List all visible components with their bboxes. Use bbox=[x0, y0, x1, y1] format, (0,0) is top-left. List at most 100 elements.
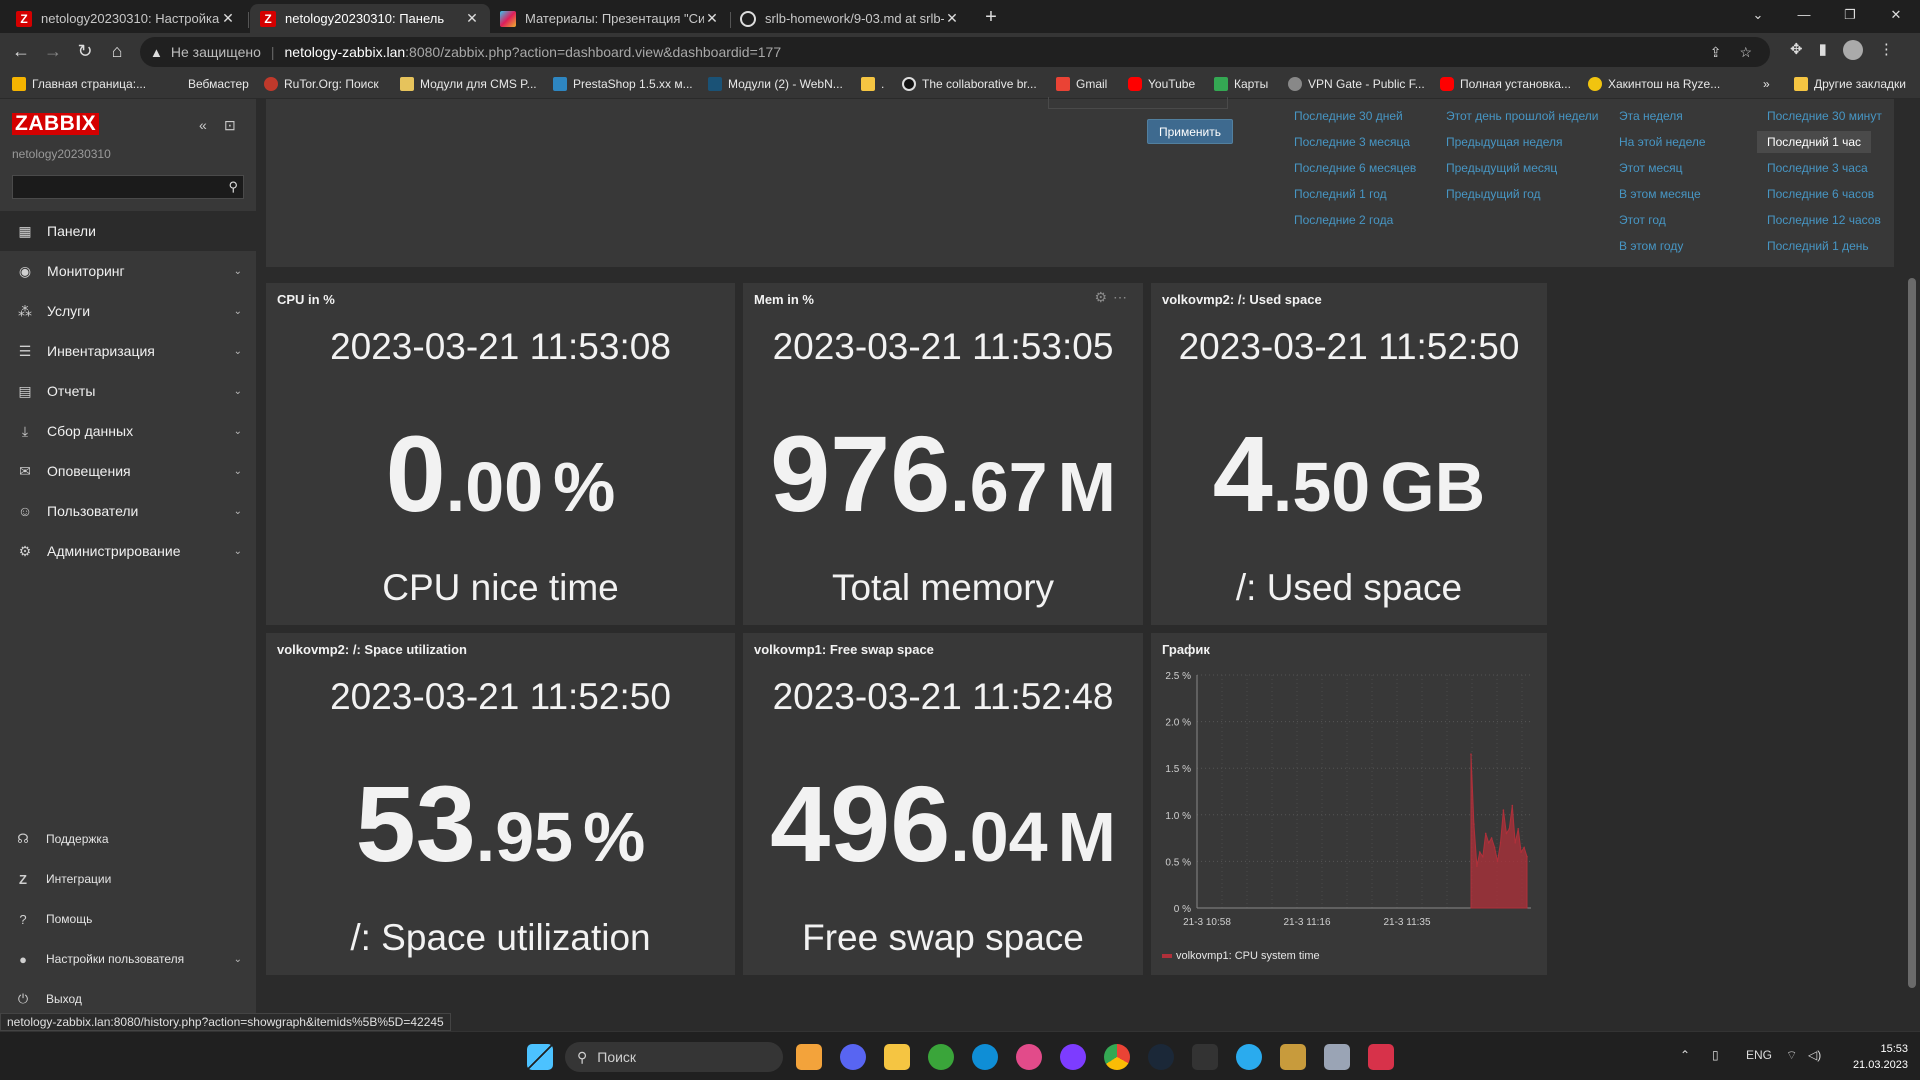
sidebar-item-support[interactable]: ☊ Поддержка bbox=[0, 823, 256, 855]
quick-range-link[interactable]: На этой неделе bbox=[1619, 135, 1706, 149]
item-value-widget[interactable]: volkovmp1: Free swap space 2023-03-21 11… bbox=[743, 633, 1143, 975]
quick-range-link[interactable]: Предыдущая неделя bbox=[1446, 135, 1563, 149]
quick-range-link[interactable]: Последний 1 год bbox=[1294, 187, 1387, 201]
battery-icon[interactable]: ▯ bbox=[1712, 1048, 1719, 1062]
item-value-widget[interactable]: Mem in % ⚙⋯ 2023-03-21 11:53:05 976.67 M … bbox=[743, 283, 1143, 625]
reload-icon[interactable]: ↻ bbox=[73, 40, 97, 64]
bookmark-item[interactable]: Полная установка... bbox=[1440, 77, 1571, 91]
quick-range-link[interactable]: Последний 1 день bbox=[1767, 239, 1869, 253]
collapse-sidebar-icon[interactable]: « bbox=[199, 117, 207, 133]
close-tab-icon[interactable]: ✕ bbox=[464, 10, 480, 27]
bookmark-item[interactable]: Gmail bbox=[1056, 77, 1107, 91]
sidebar-item-alerts[interactable]: ✉ Оповещения ⌄ bbox=[0, 451, 256, 491]
sidebar-item-inventory[interactable]: ☰ Инвентаризация ⌄ bbox=[0, 331, 256, 371]
windows-start-icon[interactable] bbox=[527, 1044, 553, 1070]
bookmark-item[interactable]: RuTor.Org: Поиск bbox=[264, 77, 379, 91]
close-tab-icon[interactable]: ✕ bbox=[220, 10, 236, 27]
home-icon[interactable]: ⌂ bbox=[105, 40, 129, 64]
discord-icon[interactable] bbox=[840, 1044, 866, 1070]
kiosk-mode-icon[interactable]: ⊡ bbox=[224, 117, 236, 134]
quick-range-link[interactable]: Этот месяц bbox=[1619, 161, 1683, 175]
steam-icon[interactable] bbox=[1148, 1044, 1174, 1070]
new-tab-button[interactable]: + bbox=[978, 5, 1004, 31]
tab-search-icon[interactable]: ⌄ bbox=[1735, 0, 1781, 32]
bookmark-item[interactable]: Главная страница:... bbox=[12, 77, 146, 91]
apply-button[interactable]: Применить bbox=[1147, 119, 1233, 144]
quick-range-link[interactable]: Предыдущий месяц bbox=[1446, 161, 1557, 175]
search-icon[interactable]: ⚲ bbox=[228, 179, 238, 195]
widgets-icon[interactable] bbox=[796, 1044, 822, 1070]
profile-avatar[interactable] bbox=[1842, 40, 1863, 60]
quick-range-link[interactable]: В этом месяце bbox=[1619, 187, 1701, 201]
browser-tab[interactable]: Материалы: Презентация "Сист ✕ bbox=[490, 4, 730, 33]
epic-games-icon[interactable] bbox=[1192, 1044, 1218, 1070]
sidebar-item-dashboards[interactable]: ▦ Панели bbox=[0, 211, 256, 251]
item-value-widget[interactable]: volkovmp2: /: Used space 2023-03-21 11:5… bbox=[1151, 283, 1547, 625]
forward-arrow-icon[interactable]: → bbox=[41, 40, 65, 64]
zabbix-logo[interactable]: ZABBIX bbox=[12, 113, 100, 135]
app-icon[interactable] bbox=[1016, 1044, 1042, 1070]
scrollbar-thumb[interactable] bbox=[1908, 278, 1916, 988]
gear-icon[interactable]: ⚙ bbox=[1094, 289, 1113, 305]
bookmark-item[interactable]: Модули (2) - WebN... bbox=[708, 77, 843, 91]
other-bookmarks[interactable]: Другие закладки bbox=[1794, 77, 1906, 91]
quick-range-link[interactable]: Этот год bbox=[1619, 213, 1666, 227]
bookmark-item[interactable]: YouTube bbox=[1128, 77, 1195, 91]
bookmark-item[interactable]: Хакинтош на Ryze... bbox=[1588, 77, 1720, 91]
quick-range-link[interactable]: Последние 6 месяцев bbox=[1294, 161, 1416, 175]
file-explorer-icon[interactable] bbox=[884, 1044, 910, 1070]
more-options-icon[interactable]: ⋯ bbox=[1113, 289, 1133, 305]
utorrent-icon[interactable] bbox=[928, 1044, 954, 1070]
telegram-icon[interactable] bbox=[1236, 1044, 1262, 1070]
browser-tab-active[interactable]: Z netology20230310: Панель ✕ bbox=[250, 4, 490, 33]
podcast-icon[interactable] bbox=[1060, 1044, 1086, 1070]
close-tab-icon[interactable]: ✕ bbox=[704, 10, 720, 27]
bookmark-item[interactable]: VPN Gate - Public F... bbox=[1288, 77, 1425, 91]
quick-range-link[interactable]: Этот день прошлой недели bbox=[1446, 109, 1598, 123]
edge-icon[interactable] bbox=[972, 1044, 998, 1070]
cpu-graph[interactable]: 0 % 0.5 % 1.0 % 1.5 % 2.0 % 2.5 % 21-3 10:58 21… bbox=[1151, 633, 1547, 975]
sidebar-item-data-collection[interactable]: ⤓ Сбор данных ⌄ bbox=[0, 411, 256, 451]
cube-icon[interactable] bbox=[1324, 1044, 1350, 1070]
quick-range-link[interactable]: Последние 30 дней bbox=[1294, 109, 1403, 123]
quick-range-link[interactable]: Последние 3 месяца bbox=[1294, 135, 1410, 149]
bookmark-star-icon[interactable]: ☆ bbox=[1739, 44, 1752, 61]
volume-icon[interactable]: ◁) bbox=[1808, 1048, 1821, 1062]
sidebar-item-monitoring[interactable]: ◉ Мониторинг ⌄ bbox=[0, 251, 256, 291]
taskbar-search[interactable]: ⚲ Поиск bbox=[565, 1042, 783, 1072]
bookmark-item[interactable]: . bbox=[861, 77, 884, 91]
league-icon[interactable] bbox=[1280, 1044, 1306, 1070]
extensions-puzzle-icon[interactable]: ✥ bbox=[1790, 40, 1803, 60]
bookmark-item[interactable]: Вебмастер bbox=[188, 77, 249, 91]
sidebar-search-input[interactable]: ⚲ bbox=[12, 175, 244, 199]
item-value-widget[interactable]: volkovmp2: /: Space utilization 2023-03-… bbox=[266, 633, 735, 975]
quick-range-link[interactable]: Последние 12 часов bbox=[1767, 213, 1881, 227]
bookmark-item[interactable]: Модули для CMS P... bbox=[400, 77, 537, 91]
sidebar-item-administration[interactable]: ⚙ Администрирование ⌄ bbox=[0, 531, 256, 571]
bookmark-item[interactable]: Карты bbox=[1214, 77, 1268, 91]
app-red-icon[interactable] bbox=[1368, 1044, 1394, 1070]
quick-range-link[interactable]: Последние 3 часа bbox=[1767, 161, 1868, 175]
quick-range-link[interactable]: В этом году bbox=[1619, 239, 1683, 253]
quick-range-link[interactable]: Последние 30 минут bbox=[1767, 109, 1882, 123]
side-panel-icon[interactable]: ▮ bbox=[1819, 40, 1827, 60]
back-arrow-icon[interactable]: ← bbox=[9, 40, 33, 64]
sidebar-item-integrations[interactable]: Z Интеграции bbox=[0, 863, 256, 895]
sidebar-item-help[interactable]: ? Помощь bbox=[0, 903, 256, 935]
quick-range-link[interactable]: Предыдущий год bbox=[1446, 187, 1540, 201]
url-input[interactable]: ▲ Не защищено | netology-zabbix.lan:8080… bbox=[140, 37, 1770, 67]
browser-menu-icon[interactable]: ⋮ bbox=[1879, 40, 1894, 60]
browser-tab[interactable]: Z netology20230310: Настройка у ✕ bbox=[6, 4, 246, 33]
bookmark-item[interactable]: The collaborative br... bbox=[902, 77, 1037, 91]
chevron-up-icon[interactable]: ⌃ bbox=[1680, 1048, 1690, 1062]
more-bookmarks-button[interactable]: » bbox=[1763, 77, 1770, 91]
language-indicator[interactable]: ENG bbox=[1746, 1048, 1772, 1062]
quick-range-link[interactable]: Последние 6 часов bbox=[1767, 187, 1874, 201]
item-value-widget[interactable]: CPU in % 2023-03-21 11:53:08 0.00% CPU n… bbox=[266, 283, 735, 625]
date-to-input[interactable] bbox=[1048, 97, 1228, 109]
quick-range-link[interactable]: Последние 2 года bbox=[1294, 213, 1393, 227]
sidebar-item-services[interactable]: ⁂ Услуги ⌄ bbox=[0, 291, 256, 331]
minimize-button[interactable]: — bbox=[1781, 0, 1827, 32]
close-window-button[interactable]: ✕ bbox=[1873, 0, 1919, 32]
quick-range-link[interactable]: Эта неделя bbox=[1619, 109, 1683, 123]
